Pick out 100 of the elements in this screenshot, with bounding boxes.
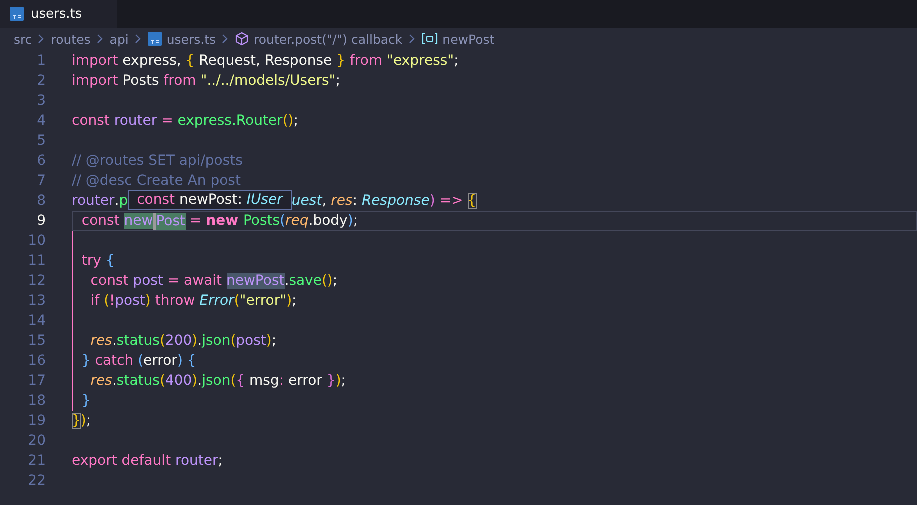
- line-number: 8: [36, 193, 47, 209]
- line-number: 1: [36, 53, 47, 69]
- chevron-icon: [408, 34, 416, 44]
- code-token: ): [145, 293, 151, 309]
- code-token: error: [144, 353, 178, 369]
- code-token: .: [198, 333, 202, 349]
- code-token: const: [80, 213, 121, 229]
- breadcrumb-item[interactable]: newPost: [442, 32, 495, 46]
- code-token: ): [348, 213, 354, 229]
- code-token: (: [280, 213, 286, 229]
- breadcrumb-item[interactable]: api: [110, 32, 129, 46]
- breadcrumb-item[interactable]: src: [14, 32, 32, 46]
- code-token: from: [348, 53, 384, 69]
- code-token: export default: [72, 453, 172, 469]
- code-token: res: [331, 193, 353, 209]
- code-token: status: [116, 373, 160, 389]
- code-token: router: [72, 193, 115, 209]
- code-token: uest: [292, 193, 322, 209]
- code-token: express.Router: [178, 113, 283, 129]
- editor-tab[interactable]: users.ts: [0, 0, 117, 28]
- code-token: {: [186, 353, 196, 369]
- code-token: json: [202, 333, 231, 349]
- code-token: post: [115, 293, 146, 309]
- line-number: 17: [27, 373, 47, 389]
- code-token: Posts: [243, 213, 280, 229]
- code-token: ,: [322, 193, 328, 209]
- code-token: post: [236, 333, 266, 349]
- code-token: (: [230, 373, 236, 389]
- line-number: 18: [27, 393, 47, 409]
- code-comment: // @desc Create An post: [72, 173, 241, 189]
- code-token: }: [80, 393, 91, 409]
- code-token: (: [104, 293, 110, 309]
- code-token: catch: [94, 353, 135, 369]
- code-token: :: [352, 193, 358, 209]
- typescript-file-icon: [10, 7, 24, 21]
- code-token: ): [336, 373, 342, 389]
- code-token: ): [286, 293, 292, 309]
- code-token: }: [72, 413, 81, 429]
- breadcrumb-item[interactable]: users.ts: [166, 32, 216, 46]
- code-token: .: [284, 273, 290, 289]
- code-token: (): [282, 113, 294, 129]
- code-token: .body: [308, 213, 348, 229]
- hover-tooltip: const newPost: IUser: [128, 190, 292, 210]
- chevron-icon: [38, 34, 46, 44]
- code-token: json: [202, 373, 231, 389]
- code-token: 400: [165, 373, 192, 389]
- code-token: Error: [200, 293, 234, 309]
- code-token: status: [116, 333, 160, 349]
- code-token: ;: [336, 73, 340, 89]
- code-token: Request, Response: [198, 53, 334, 69]
- code-token: (: [234, 293, 240, 309]
- line-number: 15: [27, 333, 47, 349]
- code-token: }: [80, 353, 91, 369]
- line-number: 12: [27, 273, 47, 289]
- variable-icon: [422, 33, 438, 45]
- code-token: express,: [122, 53, 182, 69]
- cube-icon: [235, 32, 250, 46]
- code-token: ;: [218, 453, 223, 469]
- line-number: 5: [36, 133, 47, 149]
- code-token: try: [80, 253, 102, 269]
- code-token: newPost: [226, 273, 285, 289]
- code-token: {: [186, 53, 195, 69]
- code-token: {: [106, 253, 115, 269]
- code-token: res: [90, 333, 112, 349]
- line-number: 16: [27, 353, 47, 369]
- breadcrumb-item[interactable]: routes: [51, 32, 91, 46]
- code-token: import: [72, 53, 118, 69]
- code-token: new: [206, 213, 240, 229]
- code-token: 200: [165, 333, 192, 349]
- code-token: p: [119, 193, 128, 209]
- line-number: 9: [36, 213, 47, 229]
- line-number: 6: [36, 153, 47, 169]
- code-token: res: [90, 373, 112, 389]
- code-token: (: [160, 333, 166, 349]
- line-number: 2: [36, 73, 47, 89]
- code-token: ;: [341, 373, 346, 389]
- breadcrumb-item[interactable]: router.post("/") callback: [254, 32, 403, 46]
- code-token: :: [279, 373, 286, 389]
- code-token: if: [90, 293, 101, 309]
- code-token: =: [160, 113, 174, 129]
- code-token: ): [80, 413, 86, 429]
- code-token: ): [192, 373, 198, 389]
- code-token: (): [322, 273, 333, 289]
- code-comment: // @routes SET api/posts: [72, 153, 243, 169]
- code-string: "error": [240, 293, 287, 309]
- code-string: "express": [387, 53, 454, 69]
- code-token: !: [110, 293, 116, 309]
- chevron-icon: [134, 34, 142, 44]
- line-number: 22: [27, 473, 47, 489]
- code-token: =>: [438, 193, 464, 209]
- code-token: ;: [454, 53, 459, 69]
- code-token: ;: [353, 213, 358, 229]
- code-token: router: [174, 453, 218, 469]
- code-token: ;: [332, 273, 338, 289]
- code-token: Posts: [122, 73, 160, 89]
- code-token: from: [164, 73, 198, 89]
- code-token: ;: [292, 293, 297, 309]
- code-token: .: [114, 193, 120, 209]
- code-token: ;: [86, 413, 92, 429]
- code-token: req: [286, 213, 309, 229]
